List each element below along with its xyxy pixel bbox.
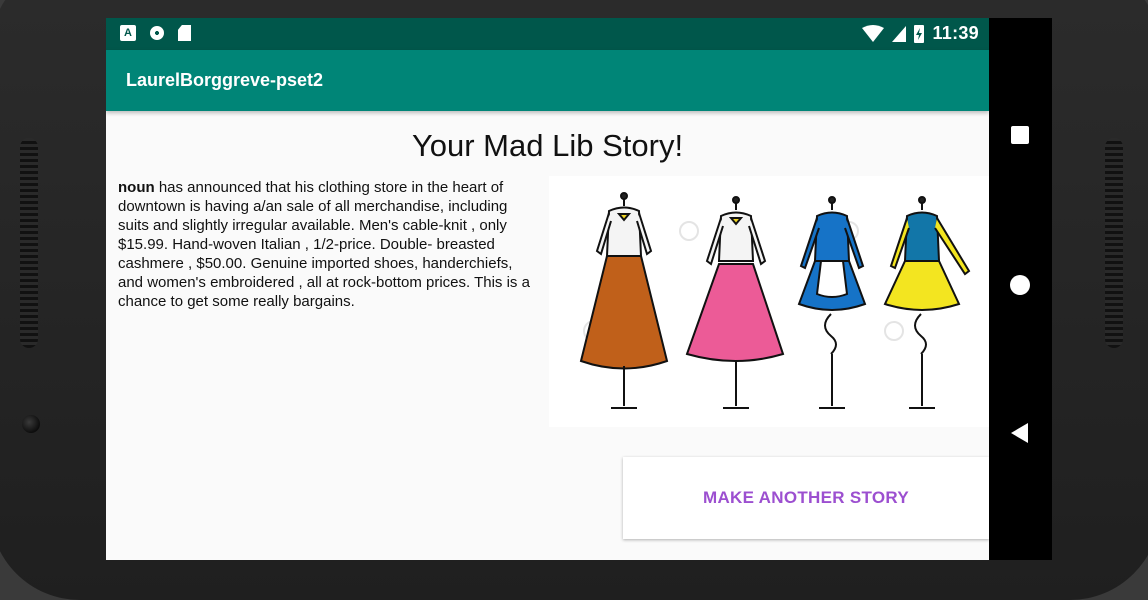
sd-card-icon <box>178 25 191 41</box>
mannequin-dresses-image <box>579 192 971 409</box>
story-body: has announced that his clothing store in… <box>118 179 530 310</box>
a-notification-icon: A <box>120 25 136 41</box>
battery-charging-icon <box>914 24 925 43</box>
app-window: A 11:39 LaurelBorggreve-pset2 Your Mad L… <box>106 18 989 560</box>
navigation-bar <box>989 18 1052 560</box>
recents-square-icon[interactable] <box>1011 126 1029 144</box>
app-title: LaurelBorggreve-pset2 <box>126 70 324 90</box>
speaker-grille-right <box>1105 138 1123 348</box>
story-text: noun has announced that his clothing sto… <box>118 178 538 311</box>
dresses-illustration <box>549 176 989 427</box>
make-another-story-button[interactable]: MAKE ANOTHER STORY <box>623 457 989 539</box>
home-circle-icon[interactable] <box>1010 275 1030 295</box>
signal-icon <box>892 25 907 42</box>
status-bar: A 11:39 <box>106 18 989 50</box>
page-title: Your Mad Lib Story! <box>411 128 684 163</box>
circle-notification-icon <box>150 26 164 40</box>
clock: 11:39 <box>932 23 979 43</box>
device-screen: A 11:39 LaurelBorggreve-pset2 Your Mad L… <box>106 18 1052 560</box>
front-camera <box>22 415 40 433</box>
back-triangle-icon[interactable] <box>1011 423 1028 443</box>
speaker-grille-left <box>20 138 38 348</box>
app-bar: LaurelBorggreve-pset2 <box>106 50 989 111</box>
story-placeholder-word: noun <box>118 179 155 196</box>
wifi-icon <box>862 24 885 42</box>
